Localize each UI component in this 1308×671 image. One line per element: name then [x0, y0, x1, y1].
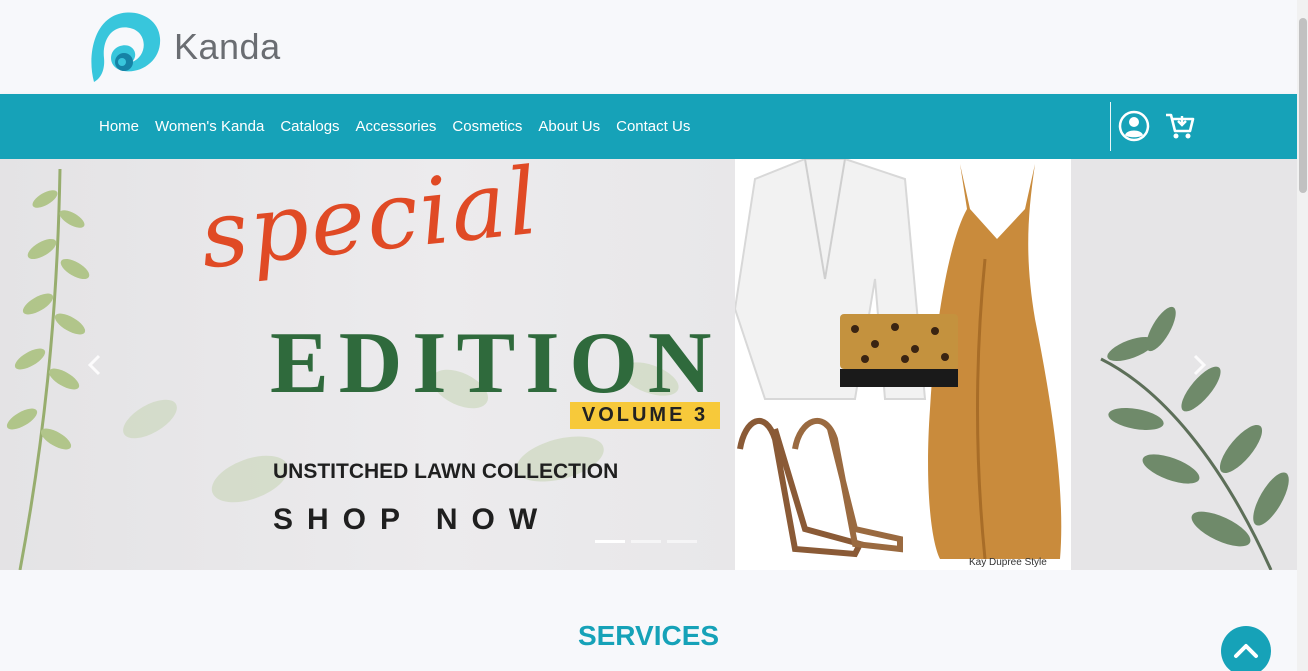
- scrollbar-thumb[interactable]: [1299, 18, 1307, 193]
- nav-womens-kanda[interactable]: Women's Kanda: [147, 118, 272, 135]
- shop-now-button[interactable]: SHOP NOW: [273, 503, 551, 537]
- nav-divider: [1110, 102, 1111, 151]
- nav-home[interactable]: Home: [91, 118, 147, 135]
- nav-accessories[interactable]: Accessories: [348, 118, 445, 135]
- nav-links: Home Women's Kanda Catalogs Accessories …: [91, 94, 698, 159]
- photo-caption: Kay Dupree Style: [969, 557, 1047, 568]
- hero-headline: EDITION: [270, 315, 722, 412]
- brand-name: Kanda: [174, 26, 281, 67]
- chevron-up-icon: [1234, 644, 1258, 658]
- hero-product-photo: [733, 159, 1071, 570]
- carousel-indicator-1[interactable]: [595, 540, 625, 543]
- hero-side-leaves: [1071, 159, 1297, 570]
- user-account-icon[interactable]: [1118, 110, 1150, 142]
- back-to-top-button[interactable]: [1221, 626, 1271, 671]
- header: Kanda: [0, 0, 1297, 94]
- carousel-indicators: [595, 540, 697, 543]
- services-heading: SERVICES: [577, 620, 720, 651]
- carousel-indicator-2[interactable]: [631, 540, 661, 543]
- nav-about-us[interactable]: About Us: [530, 118, 608, 135]
- nav-catalogs[interactable]: Catalogs: [272, 118, 347, 135]
- brand-logo[interactable]: Kanda: [88, 10, 281, 84]
- fashion-outfit-image: [733, 159, 1062, 560]
- main-navbar: Home Women's Kanda Catalogs Accessories …: [0, 94, 1297, 159]
- carousel-next-chevron-icon[interactable]: [1186, 352, 1212, 378]
- kanda-logo-icon: [91, 12, 161, 83]
- carousel-indicator-3[interactable]: [667, 540, 697, 543]
- hero-subtitle: UNSTITCHED LAWN COLLECTION: [273, 460, 619, 483]
- nav-contact-us[interactable]: Contact Us: [608, 118, 698, 135]
- shopping-cart-icon[interactable]: [1164, 110, 1196, 142]
- page: Kanda Home Women's Kanda Catalogs Access…: [0, 0, 1308, 671]
- volume-badge: VOLUME 3: [570, 402, 720, 429]
- eucalyptus-leaves-decoration: [1100, 306, 1289, 570]
- carousel-prev-chevron-icon[interactable]: [82, 352, 108, 378]
- nav-cosmetics[interactable]: Cosmetics: [444, 118, 530, 135]
